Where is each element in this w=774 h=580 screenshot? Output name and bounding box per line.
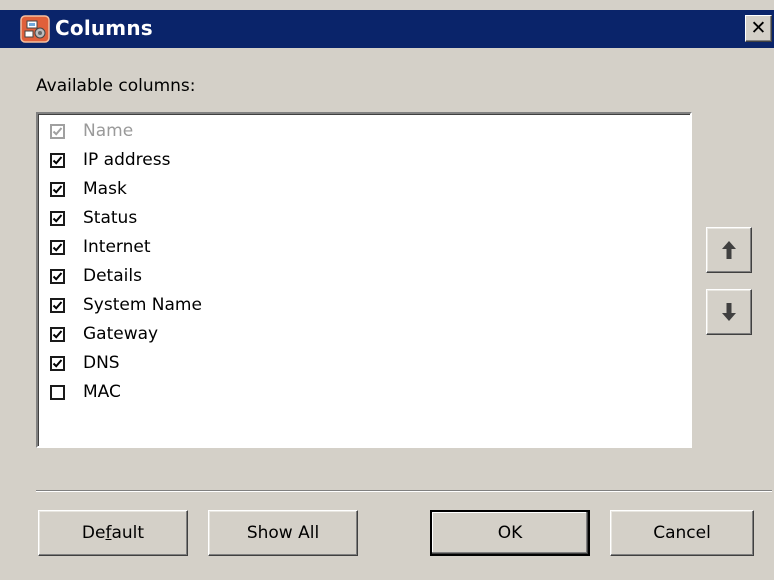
ok-label: OK [497,523,523,543]
show-all-label: Show All [246,523,320,543]
list-item-label: IP address [83,150,171,170]
separator [36,490,772,492]
default-button[interactable]: Default [38,510,188,556]
checkmark-icon [52,155,63,165]
columns-list[interactable]: Name IP address Mask Status Internet Det… [36,112,692,448]
move-up-button[interactable] [706,227,752,273]
list-item-label: Name [83,121,134,141]
checkbox-gateway[interactable] [50,326,65,342]
checkmark-icon [52,329,63,339]
list-item-details[interactable]: Details [50,263,142,289]
list-item-status[interactable]: Status [50,205,137,231]
checkmark-icon [52,271,63,281]
checkmark-icon [52,300,63,310]
list-item-mask[interactable]: Mask [50,176,127,202]
arrow-up-icon [722,241,736,259]
list-item-label: Mask [83,179,127,199]
checkmark-icon [52,242,63,252]
dialog-title: Columns [55,16,153,40]
arrow-down-icon [722,303,736,321]
checkbox-mac[interactable] [50,384,65,400]
checkbox-ip-address[interactable] [50,152,65,168]
checkbox-name [50,123,65,139]
move-down-button[interactable] [706,289,752,335]
available-columns-label: Available columns: [36,76,196,96]
checkbox-status[interactable] [50,210,65,226]
checkmark-icon [52,184,63,194]
list-item-dns[interactable]: DNS [50,350,120,376]
close-button[interactable]: ✕ [745,15,772,42]
cancel-button[interactable]: Cancel [610,510,754,556]
list-item-system-name[interactable]: System Name [50,292,202,318]
columns-dialog: Columns ✕ Available columns: Name IP add… [0,0,774,580]
list-item-name: Name [50,118,133,144]
checkmark-icon [52,358,63,368]
list-item-label: Status [83,208,138,228]
checkbox-internet[interactable] [50,239,65,255]
app-network-icon [20,15,50,43]
title-bar[interactable]: Columns ✕ [0,10,774,48]
checkbox-dns[interactable] [50,355,65,371]
list-item-label: System Name [83,295,202,315]
checkbox-mask[interactable] [50,181,65,197]
list-item-label: MAC [83,382,121,402]
show-all-button[interactable]: Show All [208,510,358,556]
close-icon: ✕ [750,17,767,39]
checkbox-details[interactable] [50,268,65,284]
default-button-label: Default [81,523,145,543]
checkmark-icon [52,126,63,136]
ok-button[interactable]: OK [430,510,590,556]
list-item-label: Internet [83,237,151,257]
list-item-internet[interactable]: Internet [50,234,151,260]
checkmark-icon [52,213,63,223]
list-item-label: Gateway [83,324,159,344]
checkbox-system-name[interactable] [50,297,65,313]
list-item-gateway[interactable]: Gateway [50,321,158,347]
list-item-ip-address[interactable]: IP address [50,147,170,173]
list-item-mac[interactable]: MAC [50,379,121,405]
list-item-label: DNS [83,353,120,373]
cancel-label: Cancel [653,523,711,543]
list-item-label: Details [83,266,142,286]
